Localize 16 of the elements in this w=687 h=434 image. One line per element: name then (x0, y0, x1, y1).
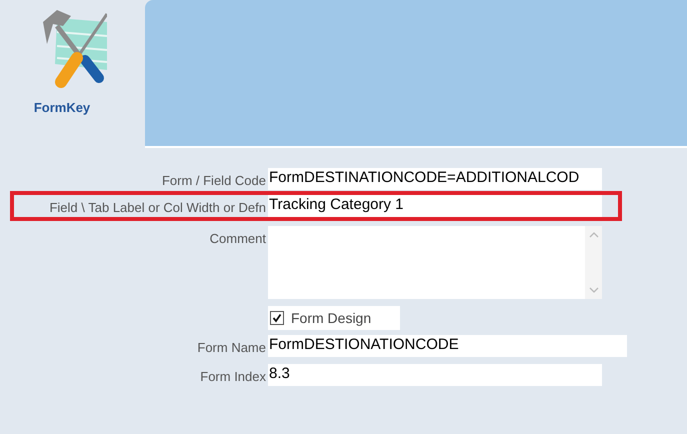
scroll-down-icon[interactable] (588, 286, 598, 294)
scroll-up-icon[interactable] (588, 231, 598, 239)
field-label: Form Index (199, 368, 267, 384)
field-label: Field \ Tab Label or Col Width or Defn (48, 199, 267, 215)
field-label: Form / Field Code (160, 172, 267, 188)
app-name: FormKey (34, 100, 90, 115)
comment-field[interactable] (268, 226, 602, 299)
checkbox[interactable] (270, 311, 284, 325)
form-design-checkbox[interactable]: Form Design (268, 306, 400, 330)
input-field[interactable]: FormDESTINATIONCODE=ADDITIONALCOD (268, 168, 602, 190)
input-field[interactable]: 8.3 (268, 364, 602, 386)
field-label: Form Name (196, 339, 267, 355)
field-label: Comment (208, 230, 267, 246)
input-field[interactable]: Tracking Category 1 (268, 195, 602, 217)
input-field[interactable]: FormDESTIONATIONCODE (268, 335, 627, 357)
scrollbar[interactable] (585, 226, 602, 299)
